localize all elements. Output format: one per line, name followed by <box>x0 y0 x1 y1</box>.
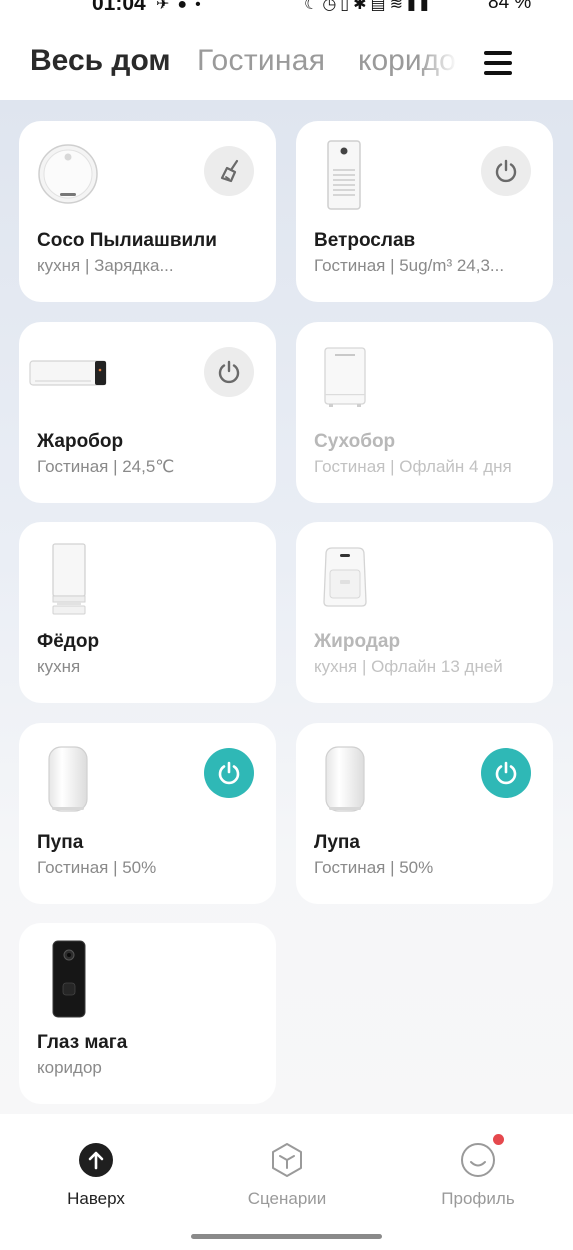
nav-label: Профиль <box>441 1189 515 1208</box>
smile-profile-icon <box>460 1134 504 1178</box>
device-name: Фёдор <box>37 631 100 652</box>
device-name: Ветрослав <box>314 230 416 251</box>
power-icon <box>495 761 517 785</box>
nav-profile[interactable]: Профиль <box>418 1134 538 1209</box>
device-name: Глаз мага <box>37 1032 128 1053</box>
power-icon <box>495 159 517 183</box>
device-name: Жиродар <box>314 631 401 652</box>
room-tabs: Весь дом Гостиная коридор <box>0 30 573 100</box>
device-status: Гостиная | 50% <box>314 858 434 877</box>
device-status: Гостиная | 5ug/m³ 24,3... <box>314 256 505 275</box>
home-indicator[interactable] <box>191 1234 382 1239</box>
power-button[interactable] <box>204 748 254 798</box>
power-icon <box>218 360 240 384</box>
device-name: Жаробор <box>37 431 124 452</box>
device-card-heater[interactable]: Жаробор Гостиная | 24,5℃ <box>19 322 276 503</box>
device-name: Лупа <box>314 832 360 853</box>
nav-label: Сценарии <box>247 1189 327 1208</box>
device-name: Сухобор <box>314 431 396 452</box>
nav-scenes[interactable]: Сценарии <box>227 1142 347 1209</box>
device-status: коридор <box>37 1058 102 1077</box>
clean-button[interactable] <box>204 146 254 196</box>
device-card-doorbell[interactable]: Глаз мага коридор <box>19 923 276 1104</box>
bottom-navigation: Наверх Сценарии Профиль <box>0 1114 573 1250</box>
power-button[interactable] <box>481 748 531 798</box>
device-card-air-fryer[interactable]: Жиродар кухня | Офлайн 13 дней <box>296 522 553 703</box>
hexagon-scenes-icon <box>269 1142 305 1178</box>
system-status-icons: ☾◷▯✱▤≋▮▮ <box>304 0 433 13</box>
broom-icon <box>220 159 239 183</box>
status-time: 01:04 <box>92 0 146 15</box>
air-fryer-icon <box>323 547 367 607</box>
device-status: кухня | Офлайн 13 дней <box>314 657 503 676</box>
device-card-air-purifier[interactable]: Ветрослав Гостиная | 5ug/m³ 24,3... <box>296 121 553 302</box>
device-status: Гостиная | 24,5℃ <box>37 457 175 476</box>
robot-vacuum-icon <box>38 144 98 204</box>
dehumidifier-icon <box>324 347 366 407</box>
device-name: Пупа <box>37 832 84 853</box>
tab-corridor[interactable]: коридор <box>358 44 458 78</box>
device-card-dehumidifier[interactable]: Сухобор Гостиная | Офлайн 4 дня <box>296 322 553 503</box>
power-button[interactable] <box>481 146 531 196</box>
bedside-lamp-icon <box>48 746 88 812</box>
device-status: Гостиная | 50% <box>37 858 157 877</box>
notification-badge <box>493 1134 504 1145</box>
hamburger-menu-icon[interactable] <box>484 51 512 75</box>
nav-label: Наверх <box>67 1189 125 1208</box>
bedside-lamp-icon <box>325 746 365 812</box>
arrow-up-icon <box>78 1142 114 1178</box>
video-doorbell-icon <box>52 940 86 1018</box>
device-status: Гостиная | Офлайн 4 дня <box>314 457 512 476</box>
power-button[interactable] <box>204 347 254 397</box>
water-dispenser-icon <box>52 543 86 615</box>
device-status: кухня | Зарядка... <box>37 256 174 275</box>
device-name: Coco Пылиашвили <box>37 230 217 251</box>
device-status: кухня <box>37 657 81 676</box>
device-card-lamp-pupa[interactable]: Пупа Гостиная | 50% <box>19 723 276 904</box>
notification-icons: ✈●• <box>156 0 209 13</box>
tab-whole-home[interactable]: Весь дом <box>30 44 171 78</box>
power-icon <box>218 761 240 785</box>
device-card-lamp-lupa[interactable]: Лупа Гостиная | 50% <box>296 723 553 904</box>
device-card-water-dispenser[interactable]: Фёдор кухня <box>19 522 276 703</box>
battery-level: 84 % <box>488 0 532 13</box>
air-purifier-icon <box>327 140 361 210</box>
nav-scroll-top[interactable]: Наверх <box>36 1142 156 1209</box>
heater-icon <box>29 360 107 386</box>
device-grid: Coco Пылиашвили кухня | Зарядка... Ветро… <box>0 100 573 1114</box>
device-card-robot-vacuum[interactable]: Coco Пылиашвили кухня | Зарядка... <box>19 121 276 302</box>
tab-living-room[interactable]: Гостиная <box>197 44 325 78</box>
status-bar: 01:04 ✈●• ☾◷▯✱▤≋▮▮ 84 % <box>0 0 573 18</box>
